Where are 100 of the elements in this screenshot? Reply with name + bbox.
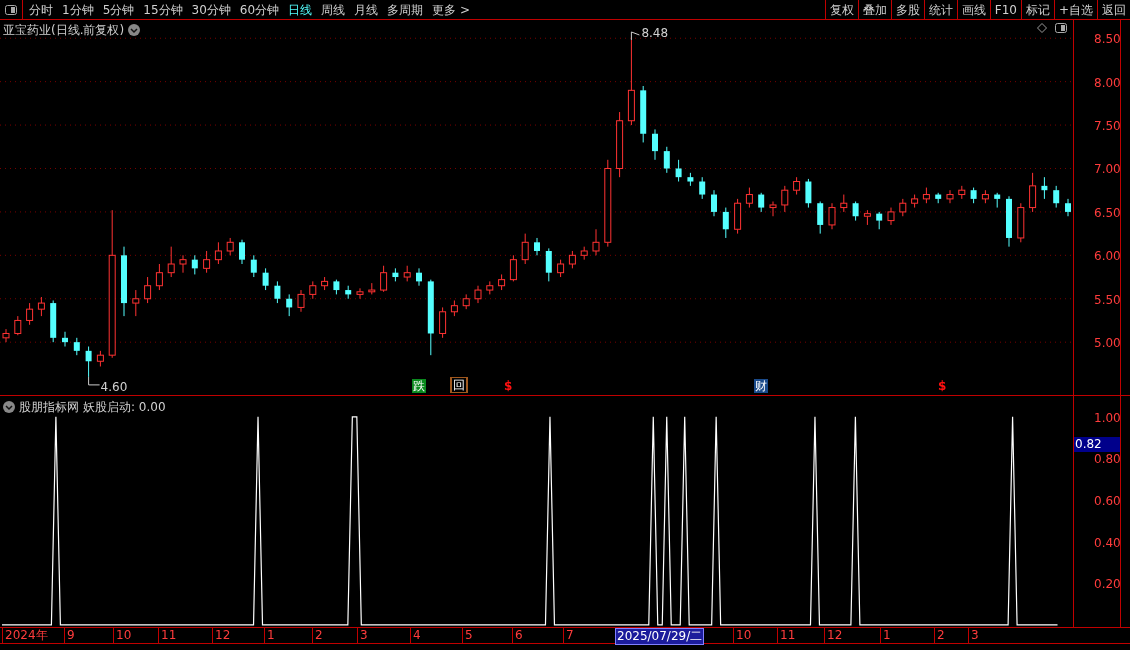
candlestick xyxy=(274,280,281,304)
candlestick xyxy=(144,276,152,304)
time-axis-label: 10 xyxy=(733,628,752,643)
candlestick xyxy=(663,146,670,174)
period-tab[interactable]: 30分钟 xyxy=(191,0,231,19)
candlestick xyxy=(711,189,717,217)
toolbar-button[interactable]: 叠加 xyxy=(857,0,891,19)
indicator-source: 股朋指标网 xyxy=(19,399,79,416)
time-axis-label: 10 xyxy=(113,628,132,643)
candlestick xyxy=(521,233,529,265)
candlestick xyxy=(179,254,187,274)
candlestick xyxy=(699,176,706,200)
time-axis-label: 2024年 xyxy=(2,628,48,643)
period-tab[interactable]: 1分钟 xyxy=(62,0,94,19)
time-axis-label: 3 xyxy=(968,628,979,643)
period-tab[interactable]: 分时 xyxy=(29,0,53,19)
candlestick xyxy=(262,267,269,291)
panel-toggle-icon[interactable] xyxy=(1055,23,1067,33)
period-tab[interactable]: 周线 xyxy=(321,0,346,19)
candlestick xyxy=(191,254,198,275)
period-tab[interactable]: 60分钟 xyxy=(239,0,280,19)
signal-tag: $ xyxy=(937,379,948,393)
price-axis-label: 8.50 xyxy=(1094,31,1121,49)
cursor-date-label: 2025/07/29/二 xyxy=(615,628,705,645)
signal-tag: 回 xyxy=(450,377,468,393)
candlestick xyxy=(356,287,364,300)
time-axis-label: 7 xyxy=(563,628,574,643)
price-axis-label: 7.00 xyxy=(1094,161,1121,179)
time-axis-label: 2 xyxy=(312,628,323,643)
candlestick xyxy=(534,237,540,256)
dropdown-icon[interactable] xyxy=(3,401,15,413)
time-axis-label: 9 xyxy=(64,628,75,643)
candlestick xyxy=(132,289,140,317)
period-tab[interactable]: 更多 > xyxy=(432,0,470,19)
toolbar-button[interactable]: F10 xyxy=(989,0,1021,19)
candlestick xyxy=(828,202,836,230)
indicator-axis-label: 1.00 xyxy=(1094,409,1121,427)
candlestick xyxy=(675,159,682,183)
candlestick xyxy=(239,239,245,265)
candlestick xyxy=(758,192,765,213)
candlestick xyxy=(1029,172,1037,213)
period-tab[interactable]: 月线 xyxy=(354,0,379,19)
toolbar-button[interactable]: 复权 xyxy=(824,0,858,19)
candlestick xyxy=(14,315,22,336)
candlestick xyxy=(509,254,517,282)
candlestick xyxy=(286,293,293,317)
time-axis-label: 12 xyxy=(212,628,231,643)
price-axis-label: 8.00 xyxy=(1094,74,1121,92)
price-axis-label: 6.50 xyxy=(1094,204,1121,222)
time-axis-label: 11 xyxy=(158,628,177,643)
toolbar-button[interactable]: 画线 xyxy=(956,0,990,19)
candlestick xyxy=(545,247,552,282)
candlestick xyxy=(85,346,92,378)
time-axis-label: 4 xyxy=(410,628,421,643)
time-axis-label: 11 xyxy=(777,628,796,643)
price-axis-label: 7.50 xyxy=(1094,118,1121,136)
candlestick xyxy=(852,200,859,222)
period-tab[interactable]: 日线 xyxy=(288,0,313,19)
candlestick xyxy=(745,187,753,209)
candlestick xyxy=(769,200,777,217)
candlestick xyxy=(592,228,600,256)
time-axis-label: 5 xyxy=(462,628,473,643)
candlestick xyxy=(214,241,222,265)
candlestick xyxy=(37,296,45,317)
candlestick xyxy=(817,200,824,235)
candlestick xyxy=(439,306,447,339)
time-axis-label: 6 xyxy=(512,628,523,643)
period-tab[interactable]: 5分钟 xyxy=(102,0,135,19)
signal-tag: $ xyxy=(503,379,514,393)
candlestick xyxy=(167,246,175,278)
toolbar-button[interactable]: 标记 xyxy=(1020,0,1054,19)
indicator-axis-label: 0.60 xyxy=(1094,493,1121,511)
panel-toggle-icon[interactable] xyxy=(5,4,17,15)
indicator-axis-label: 0.80 xyxy=(1094,451,1121,469)
period-tab[interactable]: 多周期 xyxy=(387,0,424,19)
current-value-tag: 0.82 xyxy=(1074,437,1120,452)
candlestick xyxy=(26,302,34,326)
toolbar-button[interactable]: 返回 xyxy=(1097,0,1130,19)
candlestick xyxy=(805,178,812,209)
price-axis-label: 5.50 xyxy=(1094,291,1121,309)
candlestick xyxy=(250,254,257,278)
candlestick xyxy=(380,265,388,293)
low-price-label: 4.60 xyxy=(100,378,128,396)
candlestick xyxy=(1053,185,1060,209)
period-tab[interactable]: 15分钟 xyxy=(143,0,183,19)
price-axis-label: 6.00 xyxy=(1094,248,1121,266)
time-axis-label: 1 xyxy=(264,628,275,643)
candlestick xyxy=(781,185,789,213)
price-axis-label: 5.00 xyxy=(1094,335,1121,353)
time-axis-label: 12 xyxy=(824,628,843,643)
candlestick xyxy=(1041,176,1048,200)
time-axis-label: 2 xyxy=(934,628,945,643)
candlestick xyxy=(416,267,422,287)
toolbar-button[interactable]: +自选 xyxy=(1053,0,1097,19)
toolbar-button[interactable]: 统计 xyxy=(923,0,957,19)
candlestick xyxy=(1065,198,1071,217)
chart-title: 亚宝药业(日线.前复权) xyxy=(3,22,125,39)
dropdown-icon[interactable] xyxy=(128,24,141,36)
toolbar-button[interactable]: 多股 xyxy=(890,0,924,19)
candlestick xyxy=(203,250,211,274)
